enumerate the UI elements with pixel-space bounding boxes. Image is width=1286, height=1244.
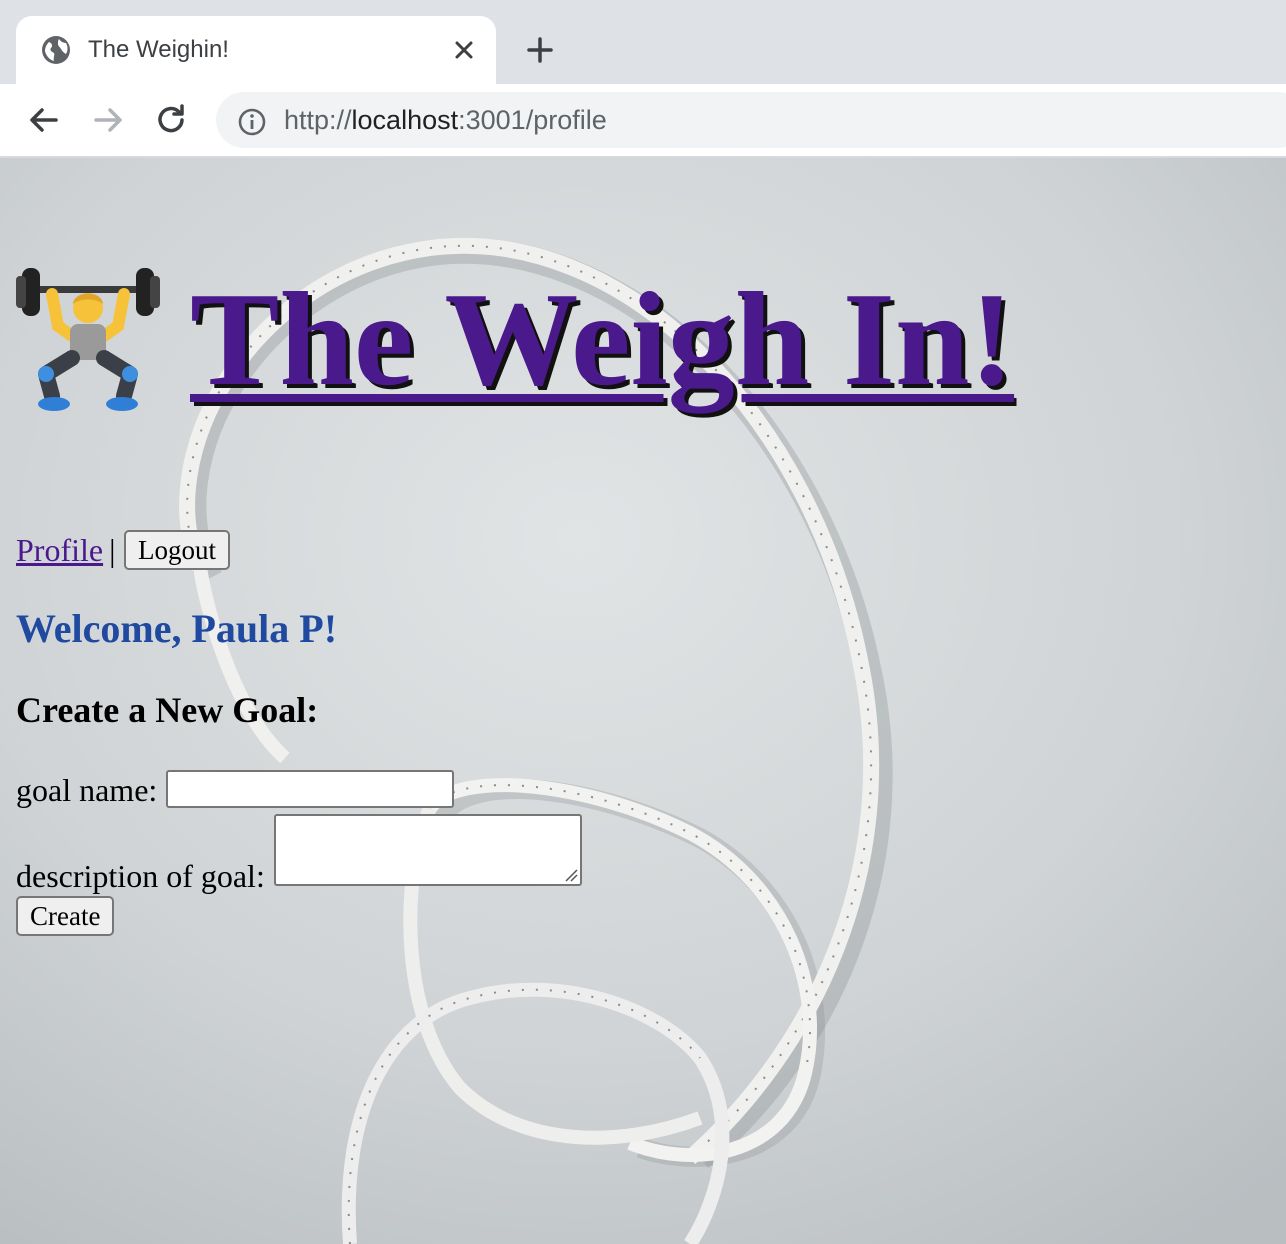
goal-description-textarea[interactable] [274, 814, 582, 886]
tab-title: The Weighin! [88, 36, 229, 63]
back-arrow-icon[interactable] [24, 100, 64, 140]
goal-name-input[interactable] [166, 770, 454, 808]
goal-description-label: description of goal: [16, 858, 265, 894]
info-icon[interactable] [236, 106, 268, 138]
address-bar[interactable]: http://localhost:3001/profile [216, 92, 1286, 148]
browser-tab[interactable]: The Weighin! [16, 16, 496, 84]
site-header: The Weigh In! [16, 262, 1116, 422]
create-goal-button[interactable]: Create [16, 896, 115, 936]
globe-icon [42, 36, 70, 64]
url-text[interactable]: http://localhost:3001/profile [284, 105, 607, 135]
resize-handle-icon[interactable] [564, 868, 578, 882]
browser-toolbar: http://localhost:3001/profile [0, 84, 1286, 158]
goal-form-heading: Create a New Goal: [16, 690, 319, 730]
plus-icon[interactable] [522, 32, 558, 68]
welcome-heading: Welcome, Paula P! [16, 606, 338, 651]
site-title[interactable]: The Weigh In! [190, 272, 1014, 406]
weightlifter-icon [16, 268, 160, 411]
profile-link[interactable]: Profile [16, 532, 103, 568]
page-viewport: The Weigh In! Profile | Logout Welcome, P… [0, 158, 1286, 1244]
logout-button[interactable]: Logout [124, 530, 230, 570]
reload-icon[interactable] [152, 100, 192, 140]
goal-name-label: goal name: [16, 772, 158, 808]
top-nav: Profile | Logout [16, 530, 230, 574]
forward-arrow-icon[interactable] [88, 100, 128, 140]
nav-separator: | [109, 532, 116, 568]
close-icon[interactable] [450, 36, 478, 64]
browser-tabstrip: The Weighin! [0, 0, 1286, 84]
